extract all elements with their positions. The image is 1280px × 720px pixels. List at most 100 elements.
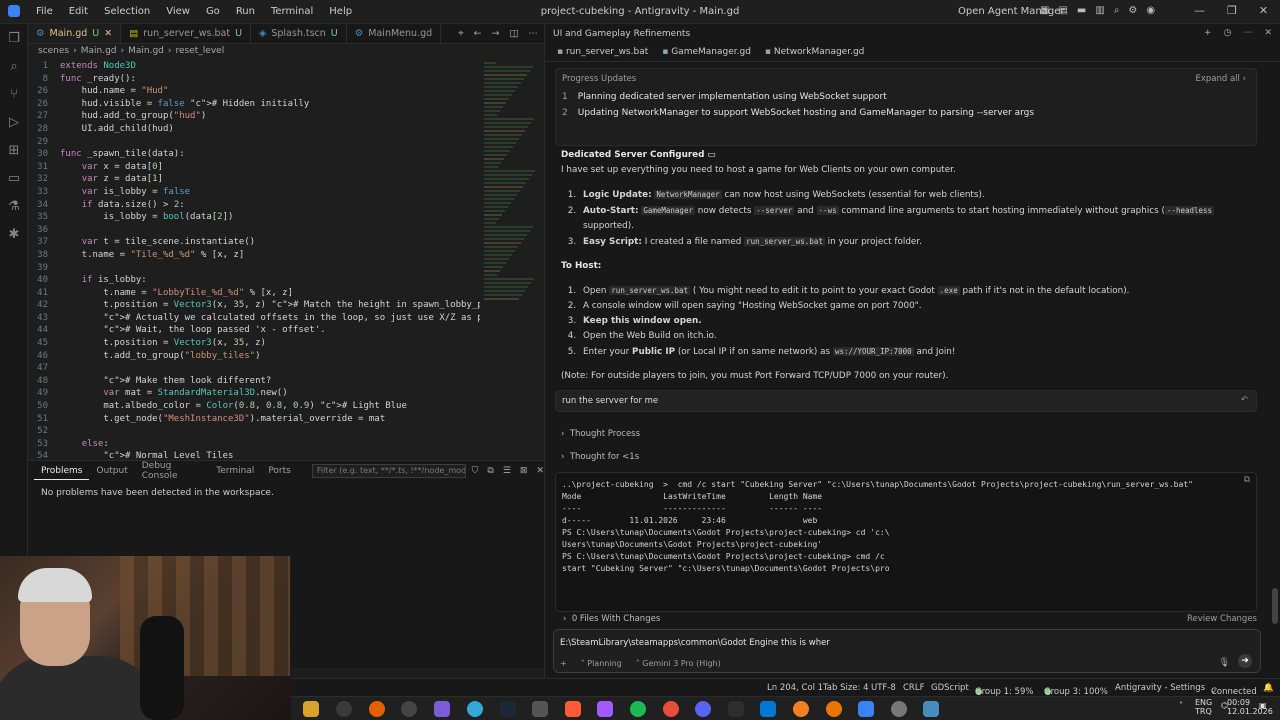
code-line[interactable]: 28 UI.add_child(hud)	[28, 123, 480, 136]
code-line[interactable]: 29	[28, 136, 480, 149]
more-icon[interactable]: ⋯	[1243, 28, 1252, 38]
review-changes-button[interactable]: Review Changes	[1187, 614, 1257, 624]
code-editor[interactable]: 1 extends Node3D 8 func _ready(): 26 hud.nam…	[28, 60, 480, 460]
code-line[interactable]: 31 var x = data[0]	[28, 161, 480, 174]
history-icon[interactable]: ◷	[1224, 28, 1232, 38]
new-chat-icon[interactable]: +	[1204, 28, 1212, 38]
code-line[interactable]: 27 hud.add_to_group("hud")	[28, 110, 480, 123]
tab-main-gd[interactable]: ⚙ Main.gd U ✕	[28, 24, 122, 43]
godot-icon[interactable]	[923, 701, 939, 717]
code-line[interactable]: 44 "c"># Wait, the loop passed 'x - offs…	[28, 324, 480, 337]
code-line[interactable]: 26 hud.visible = false "c"># Hidden init…	[28, 98, 480, 111]
menu-help[interactable]: Help	[321, 6, 360, 17]
terminal-icon[interactable]	[728, 701, 744, 717]
tab-splash-tscn[interactable]: ◈ Splash.tscn U	[251, 24, 347, 43]
progress-item[interactable]: 2 Updating NetworkManager to support WebS…	[556, 105, 1256, 121]
remote-icon[interactable]: ▭	[0, 164, 28, 192]
run-debug-icon[interactable]: ▷	[0, 108, 28, 136]
close-panel-icon[interactable]: ✕	[1264, 28, 1272, 38]
vscode-icon[interactable]	[760, 701, 776, 717]
code-line[interactable]: 37 var t = tile_scene.instantiate()	[28, 236, 480, 249]
panel-bottom-icon[interactable]: ▬	[1077, 5, 1086, 16]
menu-view[interactable]: View	[158, 6, 198, 17]
explorer-icon[interactable]: ❐	[0, 24, 28, 52]
chat-input[interactable]: E:\SteamLibrary\steamapps\common\Godot E…	[554, 630, 1260, 656]
tab-output[interactable]: Output	[89, 463, 134, 479]
source-control-icon[interactable]: ⑂	[0, 80, 28, 108]
panel-right-icon[interactable]: ▥	[1095, 5, 1104, 16]
breadcrumb-item[interactable]: Main.gd	[128, 46, 164, 56]
code-line[interactable]: 53 else:	[28, 438, 480, 451]
cursor-position[interactable]: Ln 204, Col 1	[767, 683, 823, 693]
code-line[interactable]: 48 "c"># Make them look different?	[28, 375, 480, 388]
code-line[interactable]: 26 hud.name = "Hud"	[28, 85, 480, 98]
code-line[interactable]: 36	[28, 224, 480, 237]
clock[interactable]: 00:09 12.01.2026	[1227, 698, 1273, 716]
spotify-icon[interactable]	[630, 701, 646, 717]
menu-file[interactable]: File	[28, 6, 61, 17]
add-context-icon[interactable]: +	[560, 659, 567, 668]
collapse-all-icon[interactable]: ⧉	[487, 466, 493, 476]
obs-icon[interactable]	[401, 701, 417, 717]
code-line[interactable]: 54 "c"># Normal Level Tiles	[28, 450, 480, 460]
menu-selection[interactable]: Selection	[96, 6, 158, 17]
code-line[interactable]: 32 var z = data[1]	[28, 173, 480, 186]
menu-edit[interactable]: Edit	[61, 6, 96, 17]
thought-duration-toggle[interactable]: › Thought for <1s	[561, 452, 639, 462]
agent-icon[interactable]: ✱	[0, 220, 28, 248]
expand-all-button[interactable]: Expand all ‹	[1195, 74, 1246, 84]
app-icon[interactable]	[434, 701, 450, 717]
language-mode[interactable]: GDScript	[931, 683, 969, 693]
gear-icon[interactable]: ⚙	[1128, 5, 1137, 16]
mode-selector[interactable]: ˄ Planning	[581, 659, 622, 668]
tab-ports[interactable]: Ports	[261, 463, 298, 479]
tab-mainmenu-gd[interactable]: ⚙ MainMenu.gd	[347, 24, 442, 43]
tab-run-server-ws-bat[interactable]: ▤ run_server_ws.bat U	[121, 24, 252, 43]
code-line[interactable]: 1 extends Node3D	[28, 60, 480, 73]
code-line[interactable]: 38 t.name = "Tile_%d_%d" % [x, z]	[28, 249, 480, 262]
search-view-icon[interactable]: ⌕	[0, 52, 28, 80]
file-chip[interactable]: NetworkManager.gd	[765, 47, 865, 58]
tab-problems[interactable]: Problems	[34, 463, 90, 480]
microphone-icon[interactable]: 🎙	[1219, 658, 1230, 668]
send-icon[interactable]: ➜	[1238, 654, 1252, 668]
model-selector[interactable]: ˄ Gemini 3 Pro (High)	[636, 659, 721, 668]
line-endings[interactable]: CRLF	[903, 683, 924, 693]
breadcrumb-item[interactable]: Main.gd	[81, 46, 117, 56]
app-icon[interactable]	[891, 701, 907, 717]
firefox-icon[interactable]	[369, 701, 385, 717]
antigravity-icon[interactable]	[858, 701, 874, 717]
go-forward-icon[interactable]: →	[492, 28, 500, 39]
layout-icon[interactable]: ▦	[1040, 5, 1049, 16]
maximize-panel-icon[interactable]: ⊠	[520, 466, 528, 476]
steam-icon[interactable]	[500, 701, 516, 717]
file-chip[interactable]: GameManager.gd	[662, 47, 751, 58]
more-actions-icon[interactable]: ⋯	[529, 28, 539, 39]
code-line[interactable]: 47	[28, 362, 480, 375]
clock-app-icon[interactable]	[336, 701, 352, 717]
tab-terminal[interactable]: Terminal	[209, 463, 261, 479]
chrome-icon[interactable]	[663, 701, 679, 717]
app-icon[interactable]	[467, 701, 483, 717]
breadcrumb-item[interactable]: scenes	[38, 46, 69, 56]
maximize-icon[interactable]: ❐	[1227, 4, 1237, 17]
close-icon[interactable]: ✕	[1259, 4, 1268, 17]
minimize-icon[interactable]: —	[1194, 4, 1205, 17]
file-chip[interactable]: run_server_ws.bat	[557, 47, 648, 58]
minimap[interactable]	[480, 60, 544, 460]
input-language[interactable]: ENG TRQ	[1195, 698, 1212, 716]
figma-icon[interactable]	[597, 701, 613, 717]
code-line[interactable]: 51 t.get_node("MeshInstance3D").material…	[28, 413, 480, 426]
view-as-list-icon[interactable]: ☰	[503, 466, 511, 476]
close-tab-icon[interactable]: ✕	[104, 28, 112, 39]
notifications-icon[interactable]: 🔔	[1263, 683, 1274, 693]
testing-icon[interactable]: ⚗	[0, 192, 28, 220]
panel-left-icon[interactable]: ▤	[1058, 5, 1067, 16]
encoding[interactable]: UTF-8	[871, 683, 896, 693]
code-line[interactable]: 49 var mat = StandardMaterial3D.new()	[28, 387, 480, 400]
tray-chevron-icon[interactable]: ˄	[1179, 701, 1183, 710]
breadcrumb-item[interactable]: reset_level	[176, 46, 225, 56]
chat-input-box[interactable]: E:\SteamLibrary\steamapps\common\Godot E…	[553, 629, 1261, 673]
code-line[interactable]: 39	[28, 262, 480, 275]
filter-icon[interactable]: ⛉	[472, 466, 479, 476]
